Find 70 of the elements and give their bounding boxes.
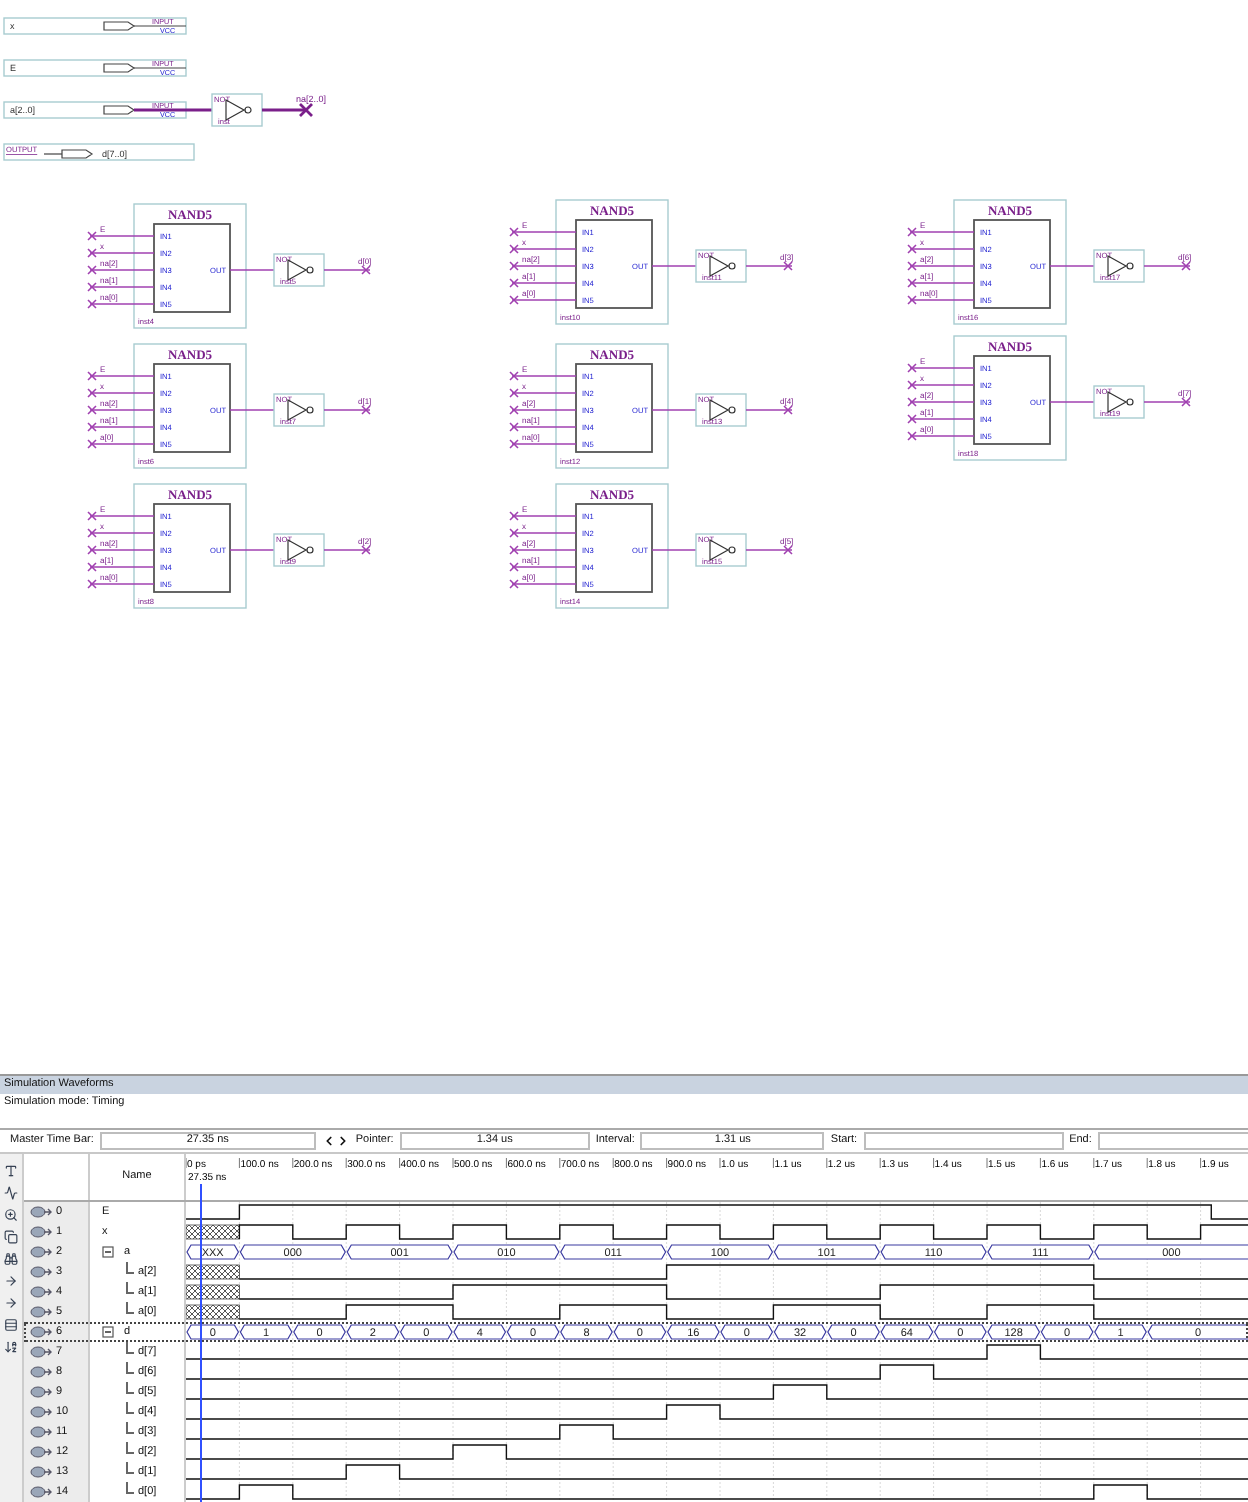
- pin-icon: [30, 1426, 52, 1438]
- time-field[interactable]: [863, 1132, 1064, 1150]
- pin-icon: [30, 1386, 52, 1398]
- gate-body: [153, 503, 231, 593]
- sort-icon[interactable]: [4, 1340, 18, 1354]
- input-pin-icon: [103, 105, 136, 115]
- block-frame: [555, 343, 669, 469]
- gate-frame: [211, 93, 263, 127]
- gate-body: [575, 363, 653, 453]
- gate-body: [575, 503, 653, 593]
- grid-icon[interactable]: [4, 1318, 18, 1332]
- block-frame: [133, 483, 247, 609]
- pin-icon: [30, 1486, 52, 1498]
- inverter-icon: [709, 399, 736, 421]
- pin-icon: [30, 1466, 52, 1478]
- previous-icon[interactable]: [321, 1134, 336, 1148]
- pin-icon: [30, 1266, 52, 1278]
- block-frame: [555, 199, 669, 325]
- pin-icon: [30, 1226, 52, 1238]
- gate-body: [153, 223, 231, 313]
- unknown-hatch: [186, 1284, 240, 1300]
- unknown-hatch: [186, 1224, 240, 1240]
- collapse-icon[interactable]: [102, 1326, 114, 1338]
- collapse-icon[interactable]: [102, 1246, 114, 1258]
- inverter-icon: [225, 99, 252, 121]
- gate-body: [973, 355, 1051, 445]
- block-frame: [555, 483, 669, 609]
- pin-icon: [30, 1246, 52, 1258]
- pin-icon: [30, 1446, 52, 1458]
- block-frame: [953, 199, 1067, 325]
- pin-icon: [30, 1366, 52, 1378]
- gate-frame: [695, 393, 747, 427]
- gate-frame: [695, 249, 747, 283]
- unknown-hatch: [186, 1304, 240, 1320]
- gate-frame: [695, 533, 747, 567]
- block-frame: [133, 343, 247, 469]
- gate-body: [575, 219, 653, 309]
- pin-icon: [30, 1406, 52, 1418]
- find-icon[interactable]: [4, 1252, 18, 1266]
- time-field[interactable]: [1097, 1132, 1248, 1150]
- block-frame: [953, 335, 1067, 461]
- waveform-tool-icon[interactable]: [4, 1186, 18, 1200]
- text-tool-icon[interactable]: [4, 1164, 18, 1178]
- time-cursor[interactable]: [200, 1184, 203, 1502]
- gate-frame: [273, 533, 325, 567]
- unknown-hatch: [186, 1264, 240, 1280]
- gate-frame: [1093, 385, 1145, 419]
- next-icon[interactable]: [335, 1134, 350, 1148]
- copy-icon[interactable]: [4, 1230, 18, 1244]
- gate-body: [973, 219, 1051, 309]
- inverter-icon: [287, 539, 314, 561]
- inverter-icon: [287, 399, 314, 421]
- inverter-icon: [1107, 391, 1134, 413]
- arrow-right-icon[interactable]: [4, 1296, 18, 1310]
- inverter-icon: [709, 255, 736, 277]
- pin-icon: [30, 1286, 52, 1298]
- pin-icon: [30, 1326, 52, 1338]
- zoom-icon[interactable]: [4, 1208, 18, 1222]
- block-frame: [133, 203, 247, 329]
- inverter-icon: [287, 259, 314, 281]
- pin-icon: [30, 1306, 52, 1318]
- pin-icon: [30, 1206, 52, 1218]
- inverter-icon: [709, 539, 736, 561]
- pin-icon: [30, 1346, 52, 1358]
- inverter-icon: [1107, 255, 1134, 277]
- gate-frame: [1093, 249, 1145, 283]
- arrow-right-icon[interactable]: [4, 1274, 18, 1288]
- gate-frame: [273, 253, 325, 287]
- gate-body: [153, 363, 231, 453]
- gate-frame: [273, 393, 325, 427]
